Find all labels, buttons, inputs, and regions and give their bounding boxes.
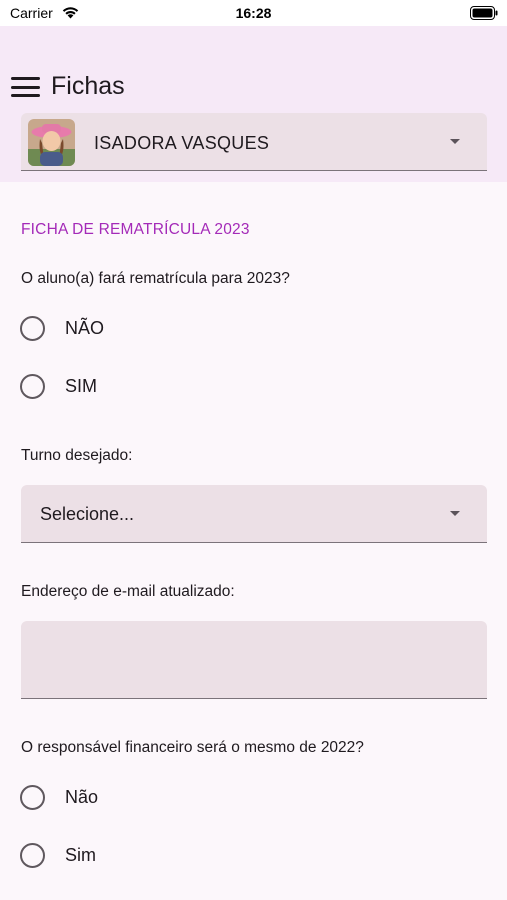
- page-title: Fichas: [51, 72, 125, 100]
- question-responsavel: O responsável financeiro será o mesmo de…: [21, 739, 364, 756]
- radio-label: Não: [65, 786, 99, 807]
- radio-circle-icon[interactable]: [20, 315, 45, 341]
- radio-label: Sim: [65, 844, 96, 865]
- clock: 16:28: [235, 5, 272, 21]
- radio-label: NÃO: [65, 317, 105, 338]
- radio-circle-icon[interactable]: [20, 373, 45, 399]
- question-rematricula: O aluno(a) fará rematrícula para 2023?: [21, 270, 290, 287]
- radio-option-sim-responsavel[interactable]: Sim: [20, 840, 96, 870]
- radio-option-nao[interactable]: NÃO: [20, 313, 104, 343]
- student-avatar: [28, 119, 75, 166]
- dropdown-arrow-icon: [450, 139, 460, 144]
- radio-circle-icon[interactable]: [20, 842, 45, 868]
- section-title: FICHA DE REMATRÍCULA 2023: [21, 221, 250, 238]
- status-bar: Carrier 16:28: [0, 0, 507, 26]
- question-turno: Turno desejado:: [21, 447, 133, 464]
- email-field[interactable]: [21, 621, 487, 699]
- student-select[interactable]: ISADORA VASQUES: [21, 113, 487, 171]
- question-email: Endereço de e-mail atualizado:: [21, 583, 235, 600]
- battery-icon: [470, 6, 498, 20]
- hamburger-menu-icon[interactable]: [11, 77, 40, 97]
- turno-select[interactable]: Selecione...: [21, 485, 487, 543]
- radio-option-sim[interactable]: SIM: [20, 371, 97, 401]
- radio-circle-icon[interactable]: [20, 784, 45, 810]
- student-name: ISADORA VASQUES: [94, 133, 270, 153]
- turno-select-value: Selecione...: [40, 504, 135, 524]
- radio-label: SIM: [65, 375, 98, 396]
- dropdown-arrow-icon: [450, 511, 460, 516]
- radio-option-nao-responsavel[interactable]: Não: [20, 782, 98, 812]
